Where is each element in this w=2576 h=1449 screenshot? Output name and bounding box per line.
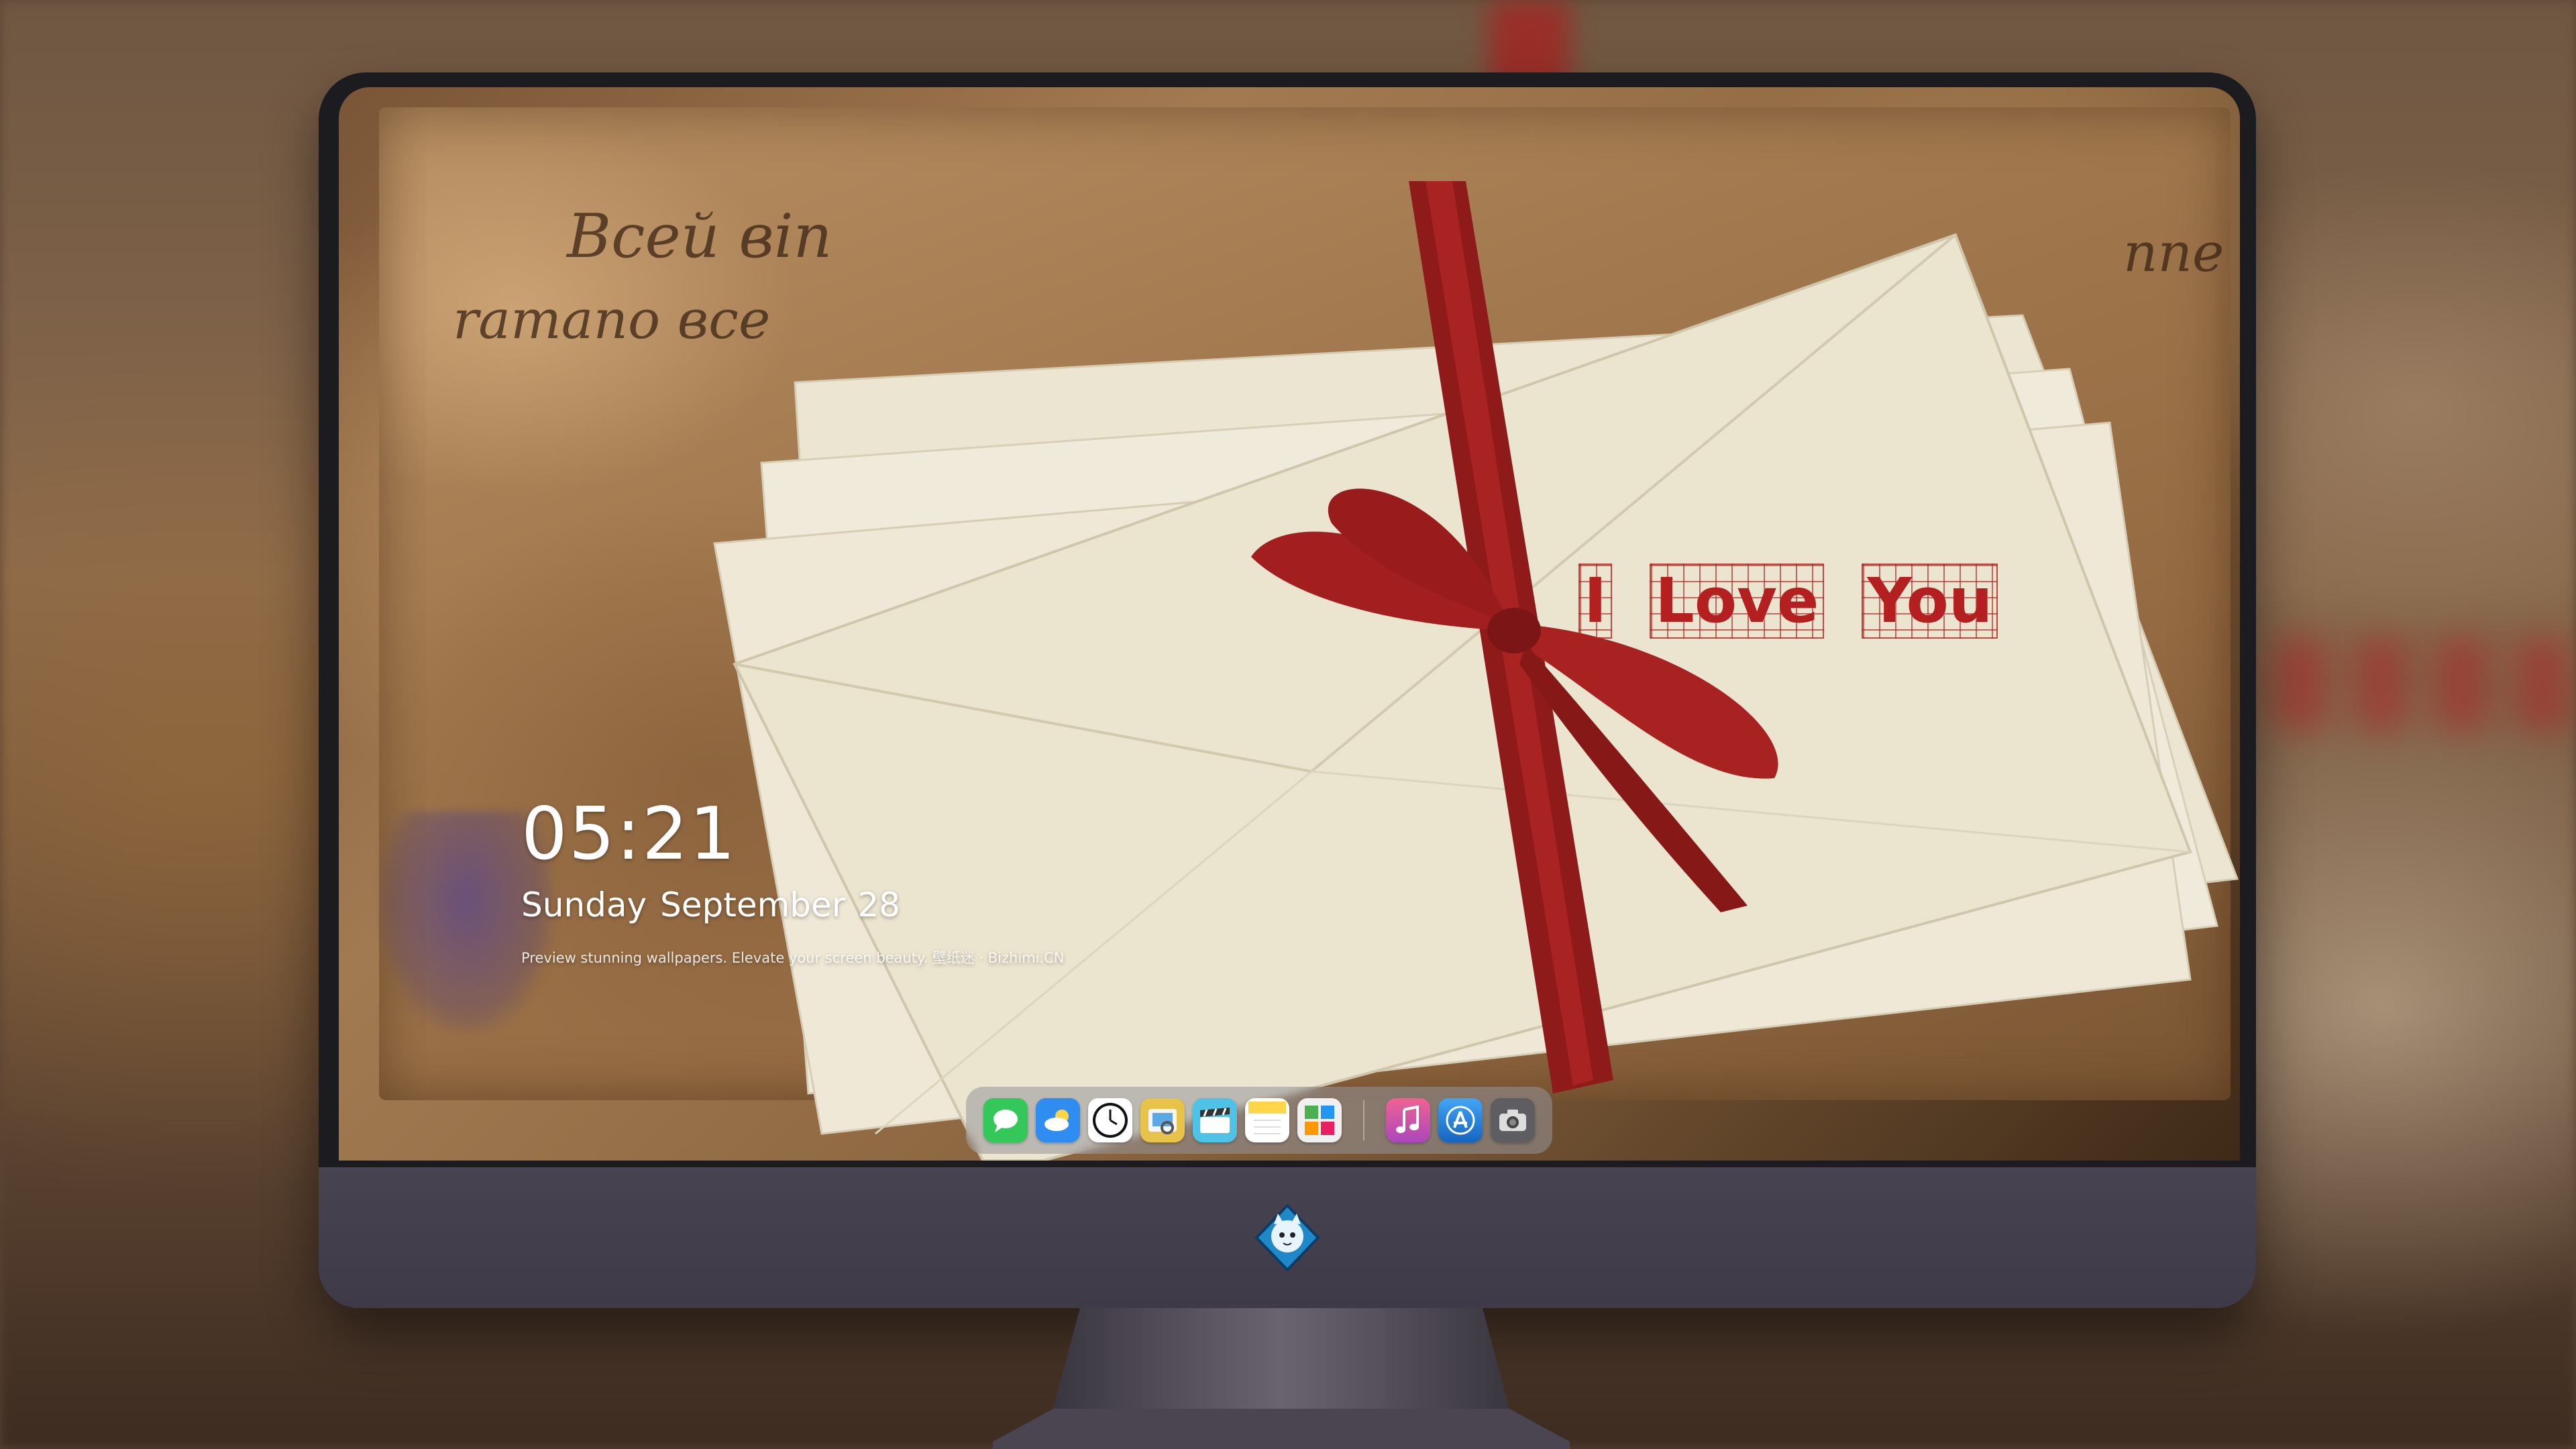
- claquette-icon[interactable]: [1193, 1098, 1237, 1142]
- wallpaper-tagline: Preview stunning wallpapers. Elevate you…: [521, 950, 1065, 966]
- camera-icon[interactable]: [1491, 1098, 1535, 1142]
- weather-icon[interactable]: [1036, 1098, 1080, 1142]
- clock-day-number: 28: [857, 885, 900, 924]
- screen: Всей віп ramano все nne I Love You 05:21…: [339, 87, 2240, 1161]
- i-love-you-text: I Love You: [1578, 564, 1998, 639]
- dock: [966, 1087, 1552, 1154]
- backdrop-text-blur: [2274, 637, 2576, 731]
- monitor-stand: [993, 1308, 1570, 1449]
- app-store-icon[interactable]: [1438, 1098, 1483, 1142]
- preview-icon[interactable]: [1140, 1098, 1185, 1142]
- photo-gallery-icon[interactable]: [1297, 1098, 1342, 1142]
- love-word-i: I: [1578, 564, 1613, 639]
- lock-screen-clock: 05:21 Sunday September 28 Preview stunnin…: [521, 798, 1065, 967]
- monitor-chin: [319, 1167, 2256, 1308]
- love-word-love: Love: [1650, 564, 1825, 639]
- messages-icon[interactable]: [983, 1098, 1028, 1142]
- clock-date: Sunday September 28: [521, 885, 1065, 924]
- notes-icon[interactable]: [1245, 1098, 1289, 1142]
- clock-date-text: Sunday September: [521, 885, 846, 924]
- monitor: Всей віп ramano все nne I Love You 05:21…: [319, 72, 2256, 1308]
- mascot-logo-icon: [1254, 1204, 1320, 1271]
- clock-icon[interactable]: [1088, 1098, 1132, 1142]
- dock-separator: [1363, 1100, 1364, 1140]
- music-icon[interactable]: [1386, 1098, 1430, 1142]
- love-word-you: You: [1862, 564, 1998, 639]
- clock-time: 05:21: [521, 792, 737, 876]
